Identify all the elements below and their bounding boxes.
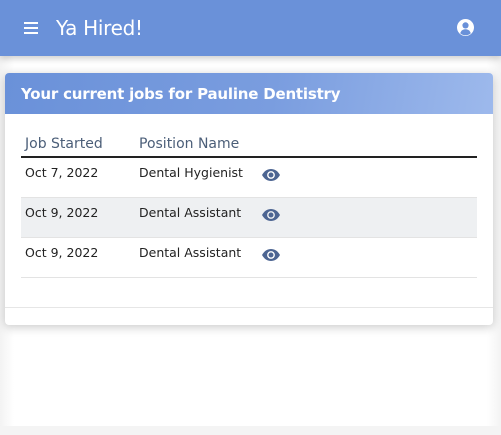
hamburger-menu-icon[interactable] xyxy=(24,20,38,34)
position-name-cell: Dental Assistant xyxy=(139,205,242,220)
jobs-table: Job Started Position Name Oct 7, 2022 De… xyxy=(21,131,477,278)
app-title: Ya Hired! xyxy=(56,16,143,40)
job-started-cell: Oct 9, 2022 xyxy=(25,205,99,220)
top-app-bar: Ya Hired! xyxy=(0,0,501,56)
table-row: Oct 9, 2022 Dental Assistant xyxy=(21,198,477,238)
position-name-cell: Dental Hygienist xyxy=(139,165,243,180)
user-circle-icon[interactable] xyxy=(456,18,475,37)
table-row: Oct 9, 2022 Dental Assistant xyxy=(21,238,477,278)
job-started-cell: Oct 7, 2022 xyxy=(25,165,99,180)
jobs-card: Your current jobs for Pauline Dentistry … xyxy=(5,73,493,325)
card-header: Your current jobs for Pauline Dentistry xyxy=(5,73,493,114)
footer-strip xyxy=(0,426,501,435)
card-title: Your current jobs for Pauline Dentistry xyxy=(21,85,341,103)
position-name-cell: Dental Assistant xyxy=(139,245,242,260)
page: Ya Hired! Your current jobs for Pauline … xyxy=(0,0,501,435)
column-header-job-started: Job Started xyxy=(25,136,103,152)
card-divider xyxy=(5,307,493,308)
eye-icon[interactable] xyxy=(261,168,281,182)
column-header-position-name: Position Name xyxy=(139,136,240,152)
table-row: Oct 7, 2022 Dental Hygienist xyxy=(21,158,477,198)
eye-icon[interactable] xyxy=(261,208,281,222)
table-header: Job Started Position Name xyxy=(21,131,477,158)
job-started-cell: Oct 9, 2022 xyxy=(25,245,99,260)
eye-icon[interactable] xyxy=(261,248,281,262)
